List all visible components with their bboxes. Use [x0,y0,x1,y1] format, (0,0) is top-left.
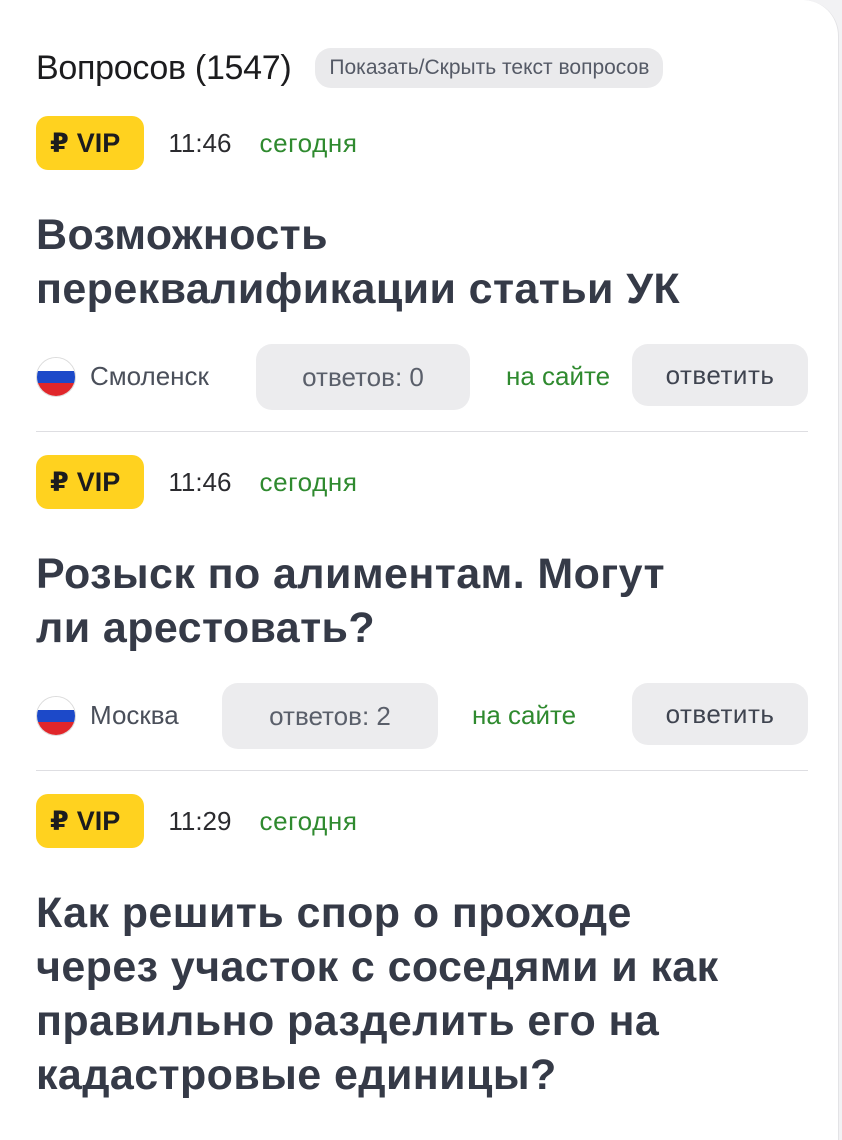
question-title-line: через участок с соседями и как [36,943,719,991]
questions-card: Вопросов (1547) Показать/Скрыть текст во… [0,0,839,1140]
question-meta: ₽ VIP 11:46 сегодня [36,116,808,170]
question-time: 11:46 [168,127,232,158]
question-title-line: Розыск по алиментам. Могут [36,550,665,598]
question-footer: Смоленск ответов: 0 на сайте ответить [36,344,808,410]
ruble-icon: ₽ [50,805,69,836]
question-title[interactable]: Возможность переквалификации статьи УК [36,208,808,316]
ruble-icon: ₽ [50,127,69,158]
question-title-line: Возможность [36,211,328,259]
answers-count-button[interactable]: ответов: 0 [256,344,470,410]
question-city: Смоленск [90,361,209,391]
vip-badge: ₽ VIP [36,794,145,848]
vip-badge: ₽ VIP [36,116,145,170]
reply-button[interactable]: ответить [632,344,808,406]
question-title-line: кадастровые единицы? [36,1051,557,1099]
question-title-line: правильно разделить его на [36,997,660,1045]
questions-count-title: Вопросов (1547) [36,48,292,87]
question-title-line: ли арестовать? [36,604,376,652]
question-item[interactable]: ₽ VIP 11:46 сегодня Розыск по алиментам.… [36,455,808,749]
questions-header: Вопросов (1547) Показать/Скрыть текст во… [36,48,664,88]
question-city: Москва [90,700,179,730]
question-title-line: переквалификации статьи УК [36,265,681,313]
russia-flag-icon [36,357,76,397]
question-meta: ₽ VIP 11:46 сегодня [36,455,808,509]
russia-flag-icon [36,696,76,736]
author-online-status: на сайте [506,361,611,391]
question-item[interactable]: ₽ VIP 11:29 сегодня Как решить спор о пр… [36,794,808,1102]
vip-badge: ₽ VIP [36,455,145,509]
question-title-line: Как решить спор о проходе [36,889,632,937]
ruble-icon: ₽ [50,466,69,497]
vip-label: VIP [76,127,121,158]
question-meta: ₽ VIP 11:29 сегодня [36,794,808,848]
question-day: сегодня [259,805,358,836]
question-title[interactable]: Как решить спор о проходе через участок … [36,886,808,1102]
question-day: сегодня [259,127,358,158]
question-time: 11:29 [168,805,232,836]
vip-label: VIP [76,805,121,836]
divider [36,431,808,432]
reply-button[interactable]: ответить [632,683,808,745]
question-item[interactable]: ₽ VIP 11:46 сегодня Возможность переквал… [36,116,808,410]
question-day: сегодня [259,466,358,497]
question-title[interactable]: Розыск по алиментам. Могут ли арестовать… [36,547,808,655]
author-online-status: на сайте [472,700,577,730]
question-time: 11:46 [168,466,232,497]
question-footer: Москва ответов: 2 на сайте ответить [36,683,808,749]
divider [36,770,808,771]
toggle-question-text-button[interactable]: Показать/Скрыть текст вопросов [315,48,664,88]
vip-label: VIP [76,466,121,497]
answers-count-button[interactable]: ответов: 2 [222,683,438,749]
